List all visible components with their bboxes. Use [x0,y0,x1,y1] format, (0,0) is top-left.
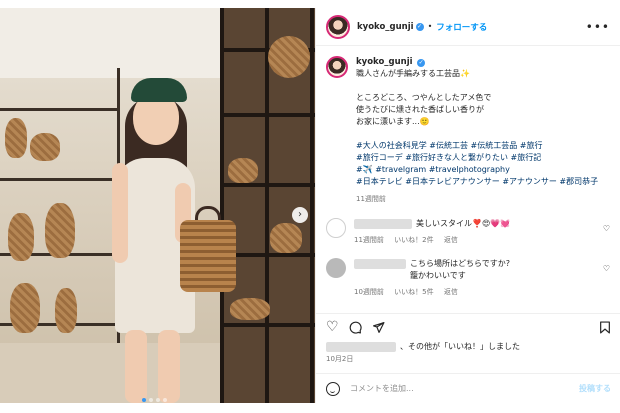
avatar[interactable] [326,258,346,278]
person-arm [112,163,128,263]
bookmark-icon[interactable] [599,321,611,337]
add-comment-bar: コメントを追加... 投稿する [316,373,620,403]
comment-time: 11週間前 [354,236,384,244]
reply-button[interactable]: 返信 [444,288,458,296]
comment-text: 美しいスタイル❣️😍💗💓 [416,219,511,228]
basket [45,203,75,258]
caption-body: ところどころ、つやんとしたアメ色で 使うたびに燻された香ばしい香りが お家に漂い… [356,93,492,126]
basket [5,118,27,158]
chevron-right-icon[interactable]: › [292,207,308,223]
redacted-username [354,259,406,269]
basket [8,213,34,261]
comment-text: こちら場所はどちらですか? 籠かわいいです [410,259,511,280]
username[interactable]: kyoko_gunji [357,22,414,32]
heart-icon[interactable]: ♡ [603,224,610,233]
basket [270,223,302,253]
action-bar: ♡ [316,313,620,339]
person-leg [125,330,147,403]
comment-time: 10週間前 [354,288,384,296]
avatar[interactable] [326,56,348,78]
basket [228,158,258,183]
post-header: kyoko_gunji ✓ • フォローする ••• [316,8,620,46]
basket [30,133,60,161]
comment-likes[interactable]: いいね！2件 [394,236,433,244]
heart-icon[interactable]: ♡ [326,320,339,334]
avatar[interactable] [326,14,350,39]
basket [10,283,40,333]
verified-icon: ✓ [415,22,424,31]
redacted-username [354,218,412,229]
comment-icon[interactable] [349,321,362,337]
person-leg [158,330,180,403]
avatar[interactable] [326,218,346,238]
caption-timestamp: 11週間前 [356,195,386,203]
reply-button[interactable]: 返信 [444,236,458,244]
caption-username[interactable]: kyoko_gunji [356,57,413,67]
emoji-icon[interactable] [326,381,340,396]
share-icon[interactable] [372,321,385,337]
post-photo[interactable]: › [0,8,315,403]
follow-button[interactable]: フォローする [436,21,487,33]
post-panel: kyoko_gunji ✓ • フォローする ••• kyoko_gunji ✓… [315,8,620,403]
verified-icon: ✓ [417,59,426,67]
woven-basket-bag [180,220,236,292]
comment-item: 美しいスタイル❣️😍💗💓 11週間前 いいね！2件 返信 ♡ [326,218,616,246]
likes-text: 、その他が「いいね！」しました [400,342,520,351]
comment-item: こちら場所はどちらですか? 籠かわいいです 10週間前 いいね！5件 返信 ♡ [326,258,616,298]
caption: kyoko_gunji ✓ 職人さんが手編みする工芸品✨ ところどころ、つやんと… [326,56,616,205]
post-date: 10月2日 [326,355,354,363]
comment-input[interactable]: コメントを追加... [350,383,579,394]
heart-icon[interactable]: ♡ [603,264,610,273]
person-cap [131,78,187,102]
more-options-icon[interactable]: ••• [586,20,610,34]
carousel-dots [142,398,167,402]
likes-summary[interactable]: 、その他が「いいね！」しました [326,341,520,352]
post-comment-button[interactable]: 投稿する [579,383,611,394]
separator-dot: • [427,22,433,31]
comment-likes[interactable]: いいね！5件 [394,288,433,296]
basket [230,298,270,320]
woven-hat [268,36,310,78]
basket [55,288,77,333]
caption-title: 職人さんが手編みする工芸品✨ [356,69,470,78]
redacted-liker [326,341,396,352]
caption-hashtags[interactable]: #大人の社会科見学 #伝統工芸 #伝統工芸品 #旅行 #旅行コーデ #旅行好きな… [356,140,611,188]
